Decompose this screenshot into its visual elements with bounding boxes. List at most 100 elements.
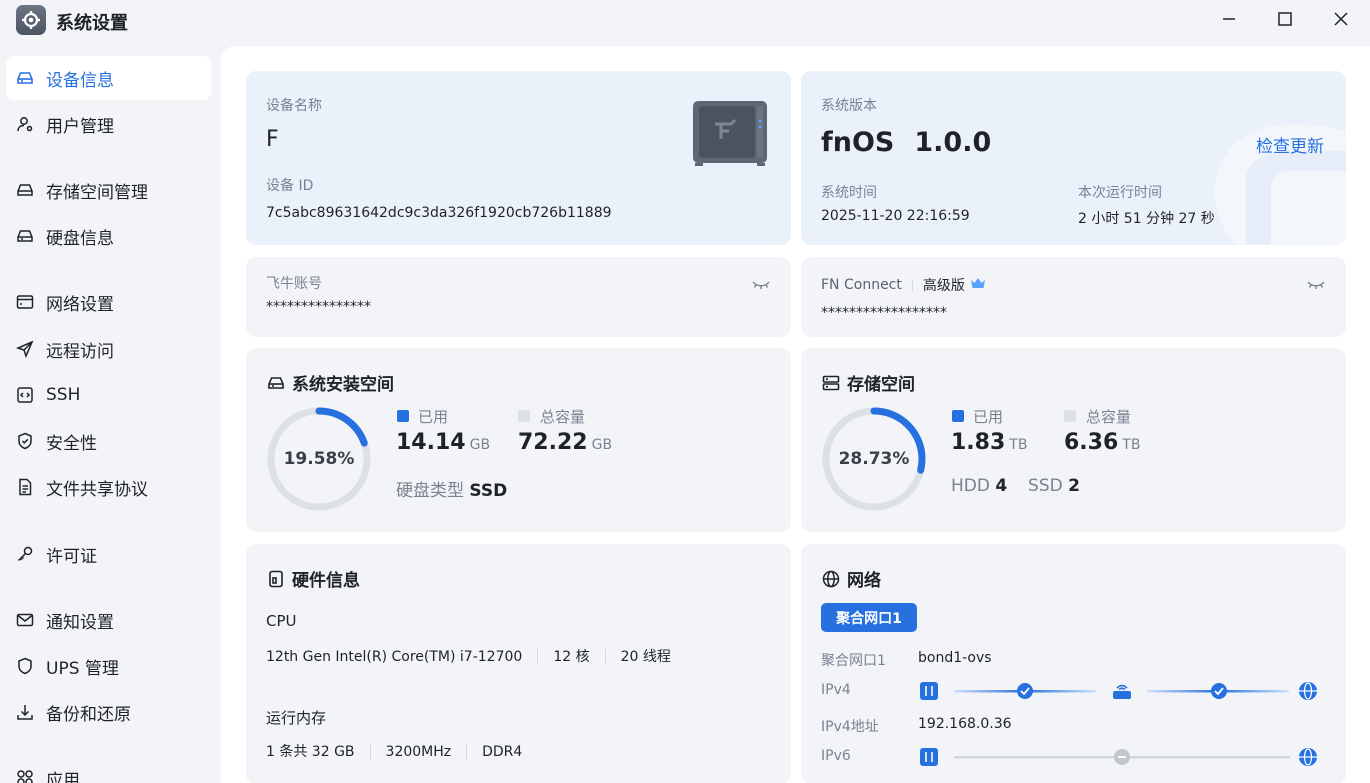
storage-usage-ring: 28.73% bbox=[821, 406, 927, 512]
sidebar-item-label: 通知设置 bbox=[46, 612, 114, 633]
shield-icon bbox=[14, 430, 36, 452]
fn-connect-card: FN Connect 高级版 ****************** bbox=[801, 257, 1346, 337]
sidebar-item-notifications[interactable]: 通知设置 bbox=[6, 598, 211, 642]
system-time: 2025-11-20 22:16:59 bbox=[821, 208, 970, 224]
sidebar-item-label: 安全性 bbox=[46, 433, 97, 454]
eye-closed-icon[interactable] bbox=[751, 277, 771, 296]
ups-icon bbox=[14, 655, 36, 677]
sidebar-item-storage[interactable]: 存储空间管理 bbox=[6, 168, 211, 212]
settings-app-icon bbox=[16, 5, 46, 35]
sidebar-item-label: 网络设置 bbox=[46, 294, 114, 315]
uptime-label: 本次运行时间 bbox=[1078, 185, 1162, 201]
ipv6-status-chain bbox=[918, 746, 1320, 772]
fn-account-card: 飞牛账号 *************** bbox=[246, 257, 791, 337]
network-icon bbox=[14, 291, 36, 313]
device-id-label: 设备 ID bbox=[266, 178, 314, 194]
cpu-label: CPU bbox=[266, 612, 297, 630]
sidebar-item-label: 远程访问 bbox=[46, 341, 114, 362]
ipv6-label: IPv6 bbox=[821, 748, 851, 764]
sidebar-item-users[interactable]: 用户管理 bbox=[6, 102, 211, 146]
total-legend-swatch bbox=[518, 410, 530, 422]
network-interface-tab[interactable]: 聚合网口1 bbox=[821, 603, 917, 632]
install-used-label: 已用 bbox=[418, 408, 449, 426]
storage-space-title: 存储空间 bbox=[821, 370, 915, 395]
fn-connect-tier: 高级版 bbox=[922, 278, 965, 294]
eye-closed-icon[interactable] bbox=[1306, 277, 1326, 296]
system-card: 系统版本 fnOS 1.0.0 检查更新 系统时间 2025-11-20 22:1… bbox=[801, 71, 1346, 245]
cpu-threads: 20 线程 bbox=[620, 649, 671, 665]
disk-icon bbox=[14, 225, 36, 247]
main-panel: 设备名称 F 设备 ID 7c5abc89631642dc9c3da326f19… bbox=[221, 46, 1370, 783]
device-id: 7c5abc89631642dc9c3da326f1920cb726b11889 bbox=[266, 205, 612, 221]
sidebar-item-ssh[interactable]: SSH bbox=[6, 373, 211, 417]
sidebar-item-label: 用户管理 bbox=[46, 116, 114, 137]
system-version-label: 系统版本 bbox=[821, 98, 877, 114]
sidebar-item-label: 许可证 bbox=[46, 546, 97, 567]
ipv4-address-label: IPv4地址 bbox=[821, 719, 879, 735]
window-title: 系统设置 bbox=[56, 13, 128, 34]
storage-stack-icon bbox=[821, 373, 841, 393]
fn-connect-label: FN Connect bbox=[821, 277, 902, 293]
sidebar-item-remote-access[interactable]: 远程访问 bbox=[6, 327, 211, 371]
disk-type: 硬盘类型 SSD bbox=[396, 481, 508, 501]
install-total-label: 总容量 bbox=[540, 408, 586, 426]
user-icon bbox=[14, 113, 36, 135]
system-version: fnOS 1.0.0 bbox=[821, 127, 992, 158]
sidebar-item-disks[interactable]: 硬盘信息 bbox=[6, 214, 211, 258]
install-usage-ring: 19.58% bbox=[266, 406, 372, 512]
memory-details: 1 条共 32 GB 3200MHz DDR4 bbox=[266, 741, 522, 761]
sidebar-item-network[interactable]: 网络设置 bbox=[6, 280, 211, 324]
device-icon bbox=[14, 67, 36, 89]
sidebar-item-label: 存储空间管理 bbox=[46, 182, 148, 203]
cpu-model: 12th Gen Intel(R) Core(TM) i7-12700 bbox=[266, 649, 523, 665]
storage-total-label: 总容量 bbox=[1086, 408, 1132, 426]
code-icon bbox=[14, 384, 36, 406]
sidebar-item-label: 设备信息 bbox=[46, 70, 114, 91]
disk-icon bbox=[266, 373, 286, 393]
install-total-value: 72.22 GB bbox=[518, 430, 613, 455]
interface-name: bond1-ovs bbox=[918, 650, 992, 666]
mail-icon bbox=[14, 609, 36, 631]
sidebar-item-security[interactable]: 安全性 bbox=[6, 419, 211, 463]
sidebar-item-license[interactable]: 许可证 bbox=[6, 532, 211, 576]
sidebar-item-label: 应用 bbox=[46, 770, 80, 783]
used-legend-swatch bbox=[397, 410, 409, 422]
sidebar-item-label: 备份和还原 bbox=[46, 704, 131, 725]
hardware-card: 硬件信息 CPU 12th Gen Intel(R) Core(TM) i7-1… bbox=[246, 544, 791, 783]
close-button[interactable] bbox=[1318, 4, 1364, 34]
ipv4-address: 192.168.0.36 bbox=[918, 716, 1012, 732]
sidebar-item-label: SSH bbox=[46, 385, 81, 405]
memory-count: 1 条共 32 GB bbox=[266, 744, 355, 760]
maximize-button[interactable] bbox=[1262, 4, 1308, 34]
file-icon bbox=[14, 476, 36, 498]
sidebar-item-device-info[interactable]: 设备信息 bbox=[6, 56, 211, 100]
network-title: 网络 bbox=[821, 566, 881, 591]
fn-connect-value: ****************** bbox=[821, 305, 947, 321]
minimize-button[interactable] bbox=[1206, 4, 1252, 34]
interface-label: 聚合网口1 bbox=[821, 653, 886, 669]
nas-device-icon bbox=[691, 99, 771, 171]
system-time-label: 系统时间 bbox=[821, 185, 877, 201]
sidebar-item-label: 文件共享协议 bbox=[46, 479, 148, 500]
sidebar-item-apps[interactable]: 应用 bbox=[6, 756, 211, 783]
uptime: 2 小时 51 分钟 27 秒 bbox=[1078, 211, 1215, 227]
sidebar-item-ups[interactable]: UPS 管理 bbox=[6, 644, 211, 688]
fn-connect-header: FN Connect 高级版 bbox=[821, 275, 986, 295]
sidebar-item-file-sharing[interactable]: 文件共享协议 bbox=[6, 465, 211, 509]
check-update-link[interactable]: 检查更新 bbox=[1256, 132, 1324, 157]
install-space-card: 系统安装空间 19.58% 已用 14.14 GB 总容量 72.22 GB 硬盘类… bbox=[246, 348, 791, 532]
ipv4-label: IPv4 bbox=[821, 682, 851, 698]
fn-account-value: *************** bbox=[266, 299, 371, 315]
storage-space-card: 存储空间 28.73% 已用 1.83 TB 总容量 6.36 TB HDD 4 S… bbox=[801, 348, 1346, 532]
sidebar-item-label: 硬盘信息 bbox=[46, 228, 114, 249]
crown-icon bbox=[970, 276, 986, 294]
memory-label: 运行内存 bbox=[266, 709, 327, 727]
cpu-details: 12th Gen Intel(R) Core(TM) i7-12700 12 核 2… bbox=[266, 646, 671, 666]
sidebar-item-label: UPS 管理 bbox=[46, 658, 119, 679]
sidebar-item-backup[interactable]: 备份和还原 bbox=[6, 690, 211, 734]
total-legend-swatch bbox=[1064, 410, 1076, 422]
backup-icon bbox=[14, 701, 36, 723]
title-bar: 系统设置 bbox=[0, 0, 1370, 40]
apps-icon bbox=[14, 767, 36, 783]
memory-speed: 3200MHz bbox=[385, 744, 452, 760]
